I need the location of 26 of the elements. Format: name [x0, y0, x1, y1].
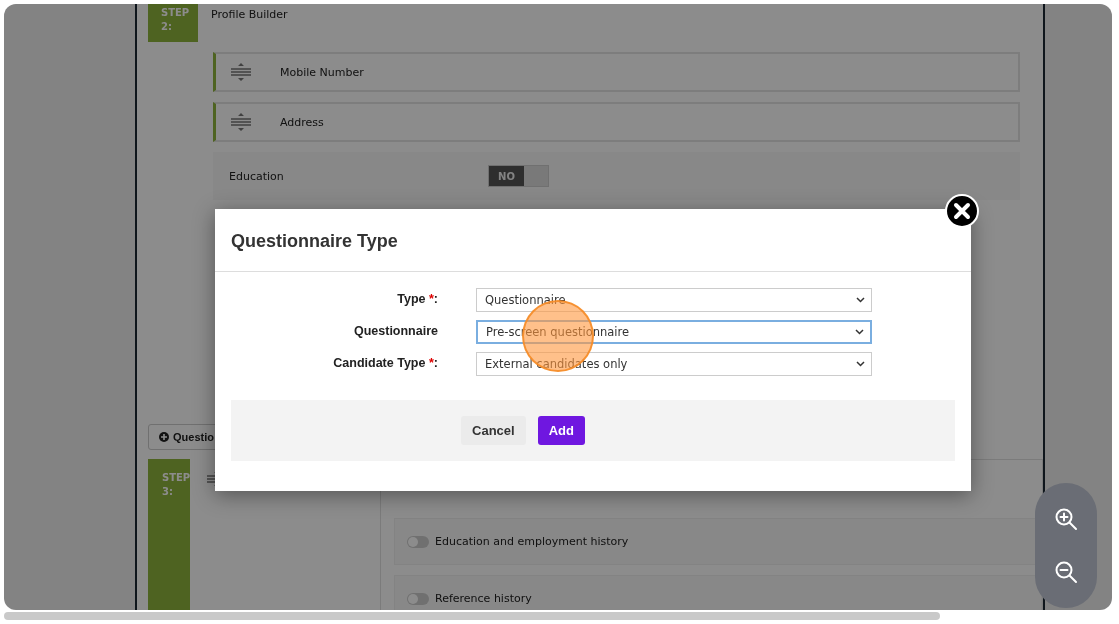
chevron-down-icon [856, 297, 865, 303]
zoom-in-icon[interactable] [1054, 507, 1078, 532]
dropdown-field[interactable]: Questionnaire [476, 288, 872, 312]
field-label: Questionnaire [353, 323, 438, 340]
history-option-label: Reference history [435, 592, 532, 605]
zoom-out-icon[interactable] [1054, 559, 1078, 584]
cancel-button[interactable]: Cancel [461, 416, 526, 445]
profile-field-row[interactable]: Mobile Number [213, 52, 1020, 92]
chevron-down-icon [856, 361, 865, 367]
plus-icon [159, 432, 169, 442]
field-label: Type *: [397, 291, 438, 308]
profile-field-row[interactable]: Address [213, 102, 1020, 142]
drag-handle-icon[interactable] [230, 112, 252, 132]
history-option-label: Education and employment history [435, 535, 629, 548]
history-toggle[interactable] [407, 535, 429, 548]
step-badge: STEP 2: [148, 4, 198, 42]
education-label: Education [229, 169, 285, 183]
drag-handle-icon[interactable] [230, 62, 252, 82]
history-toggle[interactable] [407, 592, 429, 605]
education-toggle[interactable]: NO [488, 165, 549, 187]
chevron-down-icon [855, 329, 864, 335]
step-title: Profile Builder [211, 8, 288, 23]
field-label: Candidate Type *: [333, 355, 438, 372]
add-button[interactable]: Add [537, 416, 585, 445]
step-badge: STEP 3: [148, 459, 190, 610]
close-icon[interactable] [945, 194, 979, 228]
